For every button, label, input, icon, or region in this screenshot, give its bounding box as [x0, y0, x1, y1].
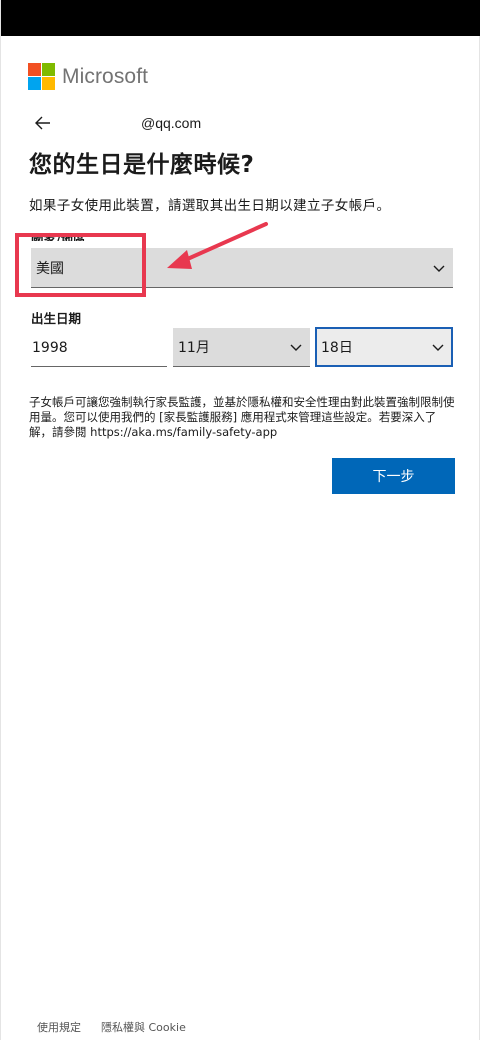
- page-title: 您的生日是什麼時候?: [29, 152, 255, 178]
- footer: 使用規定 隱私權與 Cookie: [37, 1019, 206, 1035]
- status-bar: [1, 0, 480, 36]
- chevron-down-icon: [433, 265, 445, 272]
- birth-year-input[interactable]: [31, 329, 167, 367]
- country-label: 國家/地區: [31, 232, 86, 241]
- country-select[interactable]: 美國: [31, 248, 453, 288]
- page: Microsoft @qq.com 您的生日是什麼時候? 如果子女使用此裝置，請…: [0, 0, 480, 1040]
- month-value: 11月: [178, 340, 210, 356]
- privacy-cookie-link[interactable]: 隱私權與 Cookie: [101, 1019, 186, 1035]
- terms-link[interactable]: 使用規定: [37, 1019, 81, 1035]
- birth-month-select[interactable]: 11月: [173, 328, 310, 367]
- microsoft-logo-icon: [28, 63, 55, 90]
- logo-text: Microsoft: [62, 64, 149, 88]
- country-value: 美國: [36, 260, 64, 277]
- logo-square: [42, 77, 55, 90]
- back-button[interactable]: [33, 113, 53, 133]
- arrow-left-icon: [35, 116, 50, 130]
- logo-square: [28, 77, 41, 90]
- logo-square: [28, 63, 41, 76]
- account-email: @qq.com: [141, 115, 202, 131]
- info-text: 子女帳戶可讓您強制執行家長監護，並基於隱私權和安全性理由對此裝置強制限制使用量。…: [29, 395, 455, 439]
- birth-day-select[interactable]: 18日: [315, 327, 453, 367]
- birthdate-label: 出生日期: [31, 311, 82, 326]
- identity-row: @qq.com: [33, 112, 433, 134]
- logo-square: [42, 63, 55, 76]
- chevron-down-icon: [432, 344, 444, 351]
- page-description: 如果子女使用此裝置，請選取其出生日期以建立子女帳戶。: [29, 198, 391, 214]
- chevron-down-icon: [290, 344, 302, 351]
- microsoft-logo: Microsoft: [28, 63, 148, 90]
- next-button[interactable]: 下一步: [332, 458, 455, 494]
- day-value: 18日: [321, 340, 353, 356]
